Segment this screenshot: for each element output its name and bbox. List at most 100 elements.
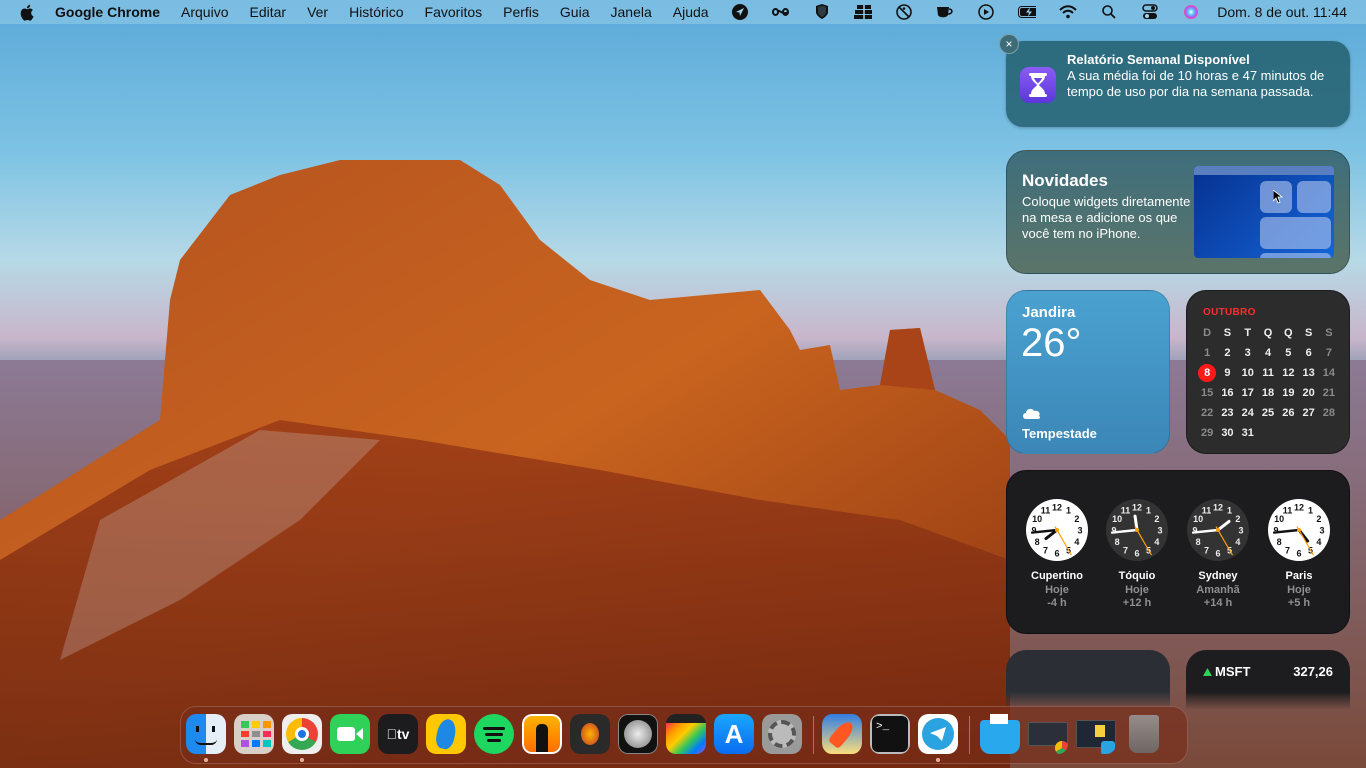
dock-logic-pro[interactable] <box>618 714 658 754</box>
close-icon: × <box>1005 37 1013 51</box>
control-center-icon[interactable] <box>1141 4 1159 20</box>
calendar-day[interactable]: 31 <box>1238 423 1258 443</box>
dock-telegram[interactable] <box>918 714 958 754</box>
calendar-day[interactable]: 26 <box>1278 403 1298 423</box>
dock-google-chrome[interactable] <box>282 714 322 754</box>
calendar-day[interactable]: 21 <box>1319 383 1339 403</box>
dock-terminal[interactable]: >_ <box>870 714 910 754</box>
menubar-datetime[interactable]: Dom. 8 de out. 11:44 <box>1217 4 1347 20</box>
calendar-day[interactable]: 16 <box>1217 383 1237 403</box>
calendar-day[interactable]: 28 <box>1319 403 1339 423</box>
dock-garageband[interactable] <box>570 714 610 754</box>
clock-day: Hoje <box>1045 584 1069 596</box>
dock-system-settings[interactable] <box>762 714 802 754</box>
calendar-day[interactable]: 4 <box>1258 343 1278 363</box>
dock-finder[interactable] <box>186 714 226 754</box>
menu-arquivo[interactable]: Arquivo <box>181 4 228 20</box>
accessibility-off-icon[interactable] <box>895 4 913 20</box>
battery-charging-icon[interactable] <box>1018 4 1037 20</box>
search-icon[interactable] <box>1100 4 1118 20</box>
calendar-day[interactable]: 24 <box>1238 403 1258 423</box>
novidades-title: Novidades <box>1022 171 1108 190</box>
rosetta-stone-icon <box>426 714 466 754</box>
widget-weather[interactable]: Jandira 26° Tempestade <box>1006 290 1170 454</box>
calendar-day[interactable]: 20 <box>1298 383 1318 403</box>
dock-rosetta-stone[interactable] <box>426 714 466 754</box>
apple-menu-icon[interactable] <box>19 4 37 21</box>
clock-city: Paris <box>1285 570 1313 582</box>
dock-final-cut-pro[interactable] <box>666 714 706 754</box>
notification-close-button[interactable]: × <box>999 34 1019 54</box>
menu-guia[interactable]: Guia <box>560 4 590 20</box>
world-clock-tóquio[interactable]: 123456789101112TóquioHoje+12 h <box>1097 498 1177 609</box>
calendar-day[interactable]: 22 <box>1197 403 1217 423</box>
shield-icon[interactable] <box>813 4 831 20</box>
calendar-day[interactable]: 13 <box>1298 363 1318 383</box>
dock-spotify[interactable] <box>474 714 514 754</box>
siri-icon[interactable] <box>1182 4 1200 20</box>
calendar-day[interactable]: 6 <box>1298 343 1318 363</box>
dock-apple-tv[interactable]: tv <box>378 714 418 754</box>
dock-downloads-folder[interactable] <box>980 714 1020 754</box>
calendar-day[interactable]: 14 <box>1319 363 1339 383</box>
world-clock-cupertino[interactable]: 123456789101112CupertinoHoje-4 h <box>1017 498 1097 609</box>
stock-symbol-row: MSFT <box>1203 664 1250 679</box>
svg-text:8: 8 <box>1035 537 1040 547</box>
widget-novidades[interactable]: Novidades Coloque widgets diretamente na… <box>1006 150 1350 274</box>
wifi-icon[interactable] <box>1059 4 1077 20</box>
calendar-day[interactable]: 17 <box>1238 383 1258 403</box>
calendar-day[interactable]: 19 <box>1278 383 1298 403</box>
play-circle-icon[interactable] <box>977 4 995 20</box>
notification-weekly-report[interactable]: Relatório Semanal Disponível A sua média… <box>1006 41 1350 127</box>
calendar-day[interactable]: 11 <box>1258 363 1278 383</box>
menu-app-name[interactable]: Google Chrome <box>55 4 160 20</box>
calendar-day[interactable]: 27 <box>1298 403 1318 423</box>
weather-temperature: 26° <box>1021 321 1082 365</box>
menu-perfis[interactable]: Perfis <box>503 4 539 20</box>
location-arrow-icon[interactable] <box>731 4 749 20</box>
widget-stocks[interactable]: MSFT 327,26 <box>1186 650 1350 710</box>
menu-favoritos[interactable]: Favoritos <box>425 4 483 20</box>
calendar-day[interactable]: 15 <box>1197 383 1217 403</box>
dock-launchpad[interactable] <box>234 714 274 754</box>
calendar-day[interactable]: 10 <box>1238 363 1258 383</box>
dock-app-store[interactable]: A <box>714 714 754 754</box>
dock-rocket-typist[interactable] <box>822 714 862 754</box>
widget-world-clock[interactable]: 123456789101112CupertinoHoje-4 h12345678… <box>1006 470 1350 634</box>
tray-icon[interactable] <box>854 4 873 20</box>
calendar-day[interactable]: 29 <box>1197 423 1217 443</box>
coffee-cup-icon[interactable] <box>936 4 954 20</box>
dock-facetime[interactable] <box>330 714 370 754</box>
world-clock-paris[interactable]: 123456789101112ParisHoje+5 h <box>1259 498 1339 609</box>
menu-historico[interactable]: Histórico <box>349 4 403 20</box>
calendar-day[interactable]: 5 <box>1278 343 1298 363</box>
apple-tv-icon: tv <box>378 714 418 754</box>
calendar-day[interactable]: 1 <box>1197 343 1217 363</box>
calendar-day[interactable]: 2 <box>1217 343 1237 363</box>
calendar-day[interactable]: 3 <box>1238 343 1258 363</box>
calendar-day[interactable]: 9 <box>1217 363 1237 383</box>
launchpad-icon <box>234 714 274 754</box>
calendar-day[interactable]: 23 <box>1217 403 1237 423</box>
menu-ajuda[interactable]: Ajuda <box>673 4 709 20</box>
calendar-day[interactable]: 18 <box>1258 383 1278 403</box>
calendar-day[interactable]: 25 <box>1258 403 1278 423</box>
dock-chrome-window[interactable] <box>1028 714 1068 754</box>
infinity-icon[interactable] <box>772 4 790 20</box>
analog-clock-icon: 123456789101112 <box>1268 499 1330 561</box>
menu-ver[interactable]: Ver <box>307 4 328 20</box>
dock-garageband-lessons[interactable] <box>522 714 562 754</box>
garageband-lessons-icon <box>522 714 562 754</box>
calendar-day[interactable]: 30 <box>1217 423 1237 443</box>
calendar-today[interactable]: 8 <box>1197 363 1217 383</box>
dock-trash[interactable] <box>1124 714 1164 754</box>
menu-editar[interactable]: Editar <box>249 4 286 20</box>
clock-city: Sydney <box>1198 570 1238 582</box>
widget-calendar[interactable]: OUTUBRO D S T Q Q S S 1 2 3 4 5 6 7 8 9 10 11 12 13 14 15 16 17… <box>1186 290 1350 454</box>
widget-partial-empty[interactable] <box>1006 650 1170 710</box>
menu-janela[interactable]: Janela <box>611 4 652 20</box>
dock-telegram-window[interactable] <box>1076 714 1116 754</box>
world-clock-sydney[interactable]: 123456789101112SydneyAmanhã+14 h <box>1178 498 1258 609</box>
calendar-day[interactable]: 7 <box>1319 343 1339 363</box>
calendar-day[interactable]: 12 <box>1278 363 1298 383</box>
